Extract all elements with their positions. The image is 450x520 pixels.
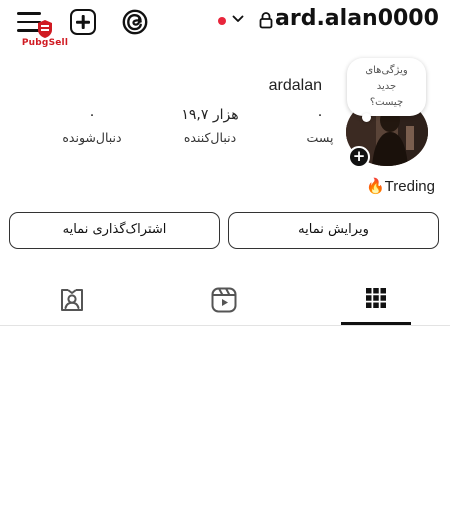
posts-label: پست (306, 130, 334, 145)
pubgsell-logo-icon (38, 20, 52, 38)
following-stat[interactable]: ۰ دنبال‌شونده (52, 107, 132, 145)
pubgsell-watermark-logo: PubgSell (20, 19, 70, 51)
reels-icon (211, 287, 237, 313)
note-bubble-tail (362, 113, 371, 122)
followers-stat[interactable]: ۱۹,۷ هزار دنبال‌کننده (170, 107, 250, 145)
watermark-text: PubgSell (21, 38, 69, 48)
lock-icon (259, 12, 273, 29)
edit-profile-button[interactable]: ویرایش نمایه (228, 212, 439, 249)
share-profile-button[interactable]: اشتراک‌گذاری نمایه (9, 212, 220, 249)
add-square-icon[interactable] (70, 9, 96, 35)
note-line-2: جدید (376, 81, 397, 92)
grid-icon (366, 288, 386, 308)
tab-grid[interactable] (316, 270, 436, 326)
display-name: ardalan (268, 77, 322, 94)
following-label: دنبال‌شونده (62, 130, 122, 145)
add-story-button[interactable]: + (348, 146, 370, 168)
live-indicator-dot (218, 17, 226, 25)
tab-reels[interactable] (164, 270, 284, 326)
chevron-down-icon[interactable] (232, 14, 244, 24)
active-tab-indicator (341, 322, 411, 325)
followers-label: دنبال‌کننده (183, 130, 237, 145)
profile-note-bubble[interactable]: ویژگی‌های جدید چیست؟ (347, 58, 426, 116)
note-line-1: ویژگی‌های (365, 65, 408, 76)
threads-icon[interactable] (122, 9, 148, 35)
tagged-icon (61, 289, 83, 311)
posts-stat[interactable]: ۰ پست (285, 107, 355, 145)
tab-tagged[interactable] (12, 270, 132, 326)
note-line-3: چیست؟ (369, 97, 404, 108)
username[interactable]: ard.alan0000 (275, 6, 439, 31)
posts-count: ۰ (316, 107, 324, 123)
followers-count: ۱۹,۷ هزار (181, 107, 239, 123)
profile-tab-bar (0, 270, 450, 326)
profile-bio: 🔥Treding (366, 178, 435, 195)
following-count: ۰ (88, 107, 96, 123)
